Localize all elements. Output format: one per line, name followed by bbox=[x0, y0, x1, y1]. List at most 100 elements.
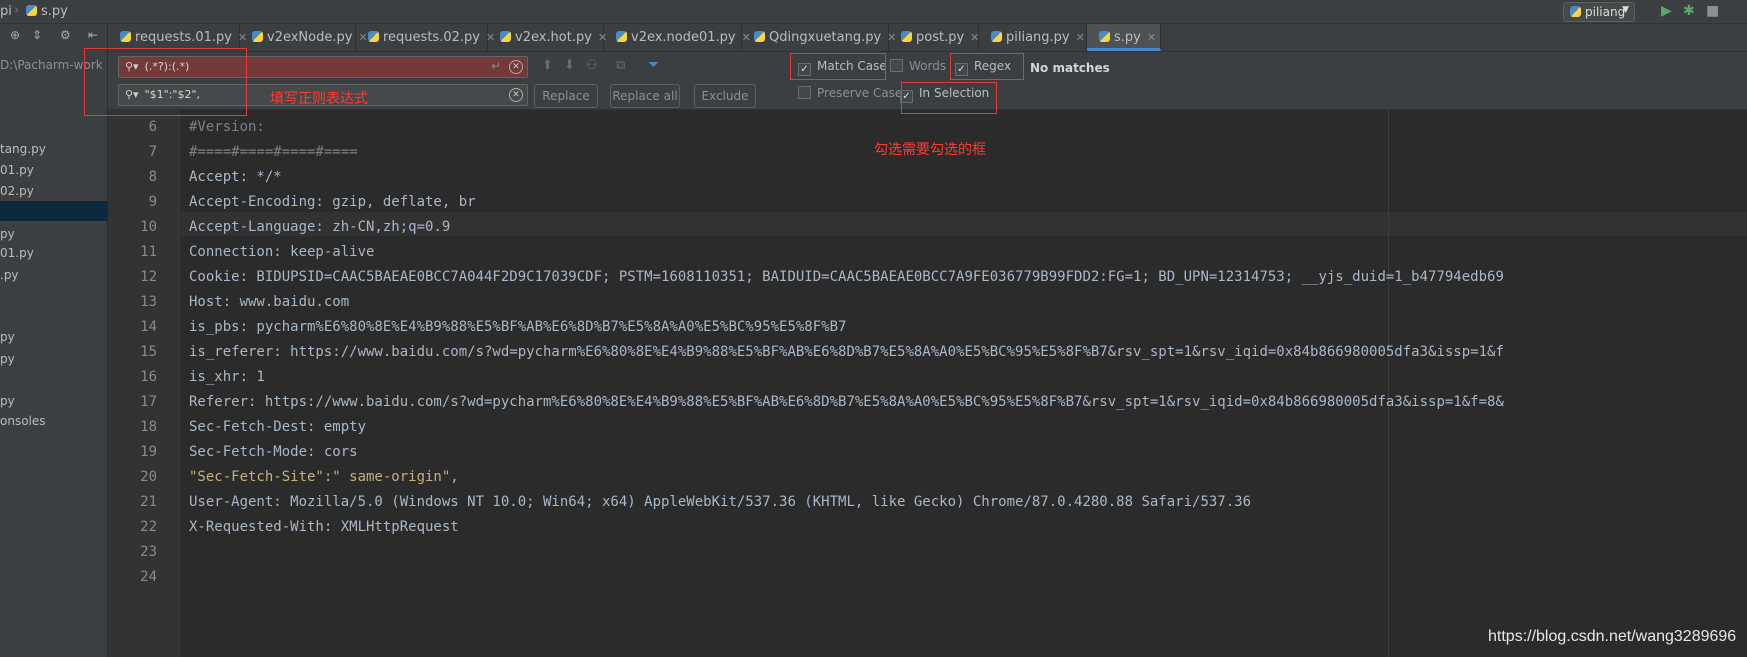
exclude-button[interactable]: Exclude bbox=[694, 84, 756, 108]
code-line: is_xhr: 1 bbox=[189, 369, 265, 385]
python-file-icon bbox=[901, 31, 912, 42]
clear-icon[interactable]: ✕ bbox=[509, 60, 523, 74]
words-checkbox[interactable]: Words bbox=[890, 59, 946, 73]
project-panel: ⊕ ⇕ ⚙ ⇤ D:\Pacharm-work tang.py 01.py 02… bbox=[0, 24, 108, 657]
code-line: Cookie: BIDUPSID=CAAC5BAEAE0BCC7A044F2D9… bbox=[189, 269, 1504, 285]
project-file[interactable]: 01.py bbox=[0, 246, 34, 260]
line-number: 17 bbox=[140, 394, 157, 410]
breadcrumb-file[interactable]: s.py bbox=[26, 4, 68, 19]
tab-label: piliang.py bbox=[1006, 30, 1070, 45]
python-file-icon bbox=[754, 31, 765, 42]
code-line: User-Agent: Mozilla/5.0 (Windows NT 10.0… bbox=[189, 494, 1252, 510]
tab-label: v2exNode.py bbox=[267, 30, 353, 45]
python-file-icon bbox=[252, 31, 263, 42]
line-number: 16 bbox=[140, 369, 157, 385]
tab-piliang[interactable]: piliang.py ✕ bbox=[979, 24, 1087, 51]
preserve-case-label: Preserve Case bbox=[817, 86, 903, 100]
code-line: #====#====#====#==== bbox=[189, 144, 358, 160]
next-occurrence-icon[interactable]: ⬇ bbox=[564, 58, 575, 73]
tab-s-py[interactable]: s.py ✕ bbox=[1087, 24, 1161, 51]
code-line: "Sec-Fetch-Site":" same-origin", bbox=[189, 469, 459, 485]
stop-icon[interactable]: ■ bbox=[1706, 3, 1719, 19]
code-line: Connection: keep-alive bbox=[189, 244, 375, 260]
project-file[interactable]: 01.py bbox=[0, 163, 34, 177]
close-icon[interactable]: ✕ bbox=[1076, 31, 1085, 44]
code-line: is_referer: https://www.baidu.com/s?wd=p… bbox=[189, 344, 1504, 360]
breadcrumb-separator-icon: › bbox=[14, 3, 20, 18]
python-file-icon bbox=[120, 31, 131, 42]
breadcrumb-project[interactable]: pi bbox=[0, 4, 12, 19]
tab-label: s.py bbox=[1114, 30, 1141, 45]
preserve-case-checkbox[interactable]: Preserve Case bbox=[798, 86, 902, 100]
filter-icon[interactable]: ⏷ bbox=[648, 57, 659, 73]
annotation-checkbox-hint: 勾选需要勾选的框 bbox=[874, 142, 986, 158]
find-all-icon[interactable]: ⚇ bbox=[586, 58, 598, 73]
enter-icon: ↵ bbox=[490, 59, 501, 73]
bug-icon[interactable]: ✱ bbox=[1683, 3, 1695, 19]
line-number: 12 bbox=[140, 269, 157, 285]
python-file-icon bbox=[1570, 6, 1581, 17]
tab-v2exhot[interactable]: v2ex.hot.py ✕ bbox=[488, 24, 607, 51]
words-label: Words bbox=[909, 59, 947, 73]
line-number: 19 bbox=[140, 444, 157, 460]
code-line: Host: www.baidu.com bbox=[189, 294, 350, 310]
project-file[interactable]: py bbox=[0, 227, 15, 241]
annotation-box-match-case bbox=[790, 53, 886, 80]
tab-requests01[interactable]: requests.01.py ✕ bbox=[108, 24, 247, 51]
project-file[interactable]: py bbox=[0, 330, 15, 344]
line-number: 23 bbox=[140, 544, 157, 560]
line-number-gutter: 6 7 8 9 10 11 12 13 14 15 16 17 18 19 20… bbox=[108, 110, 180, 657]
tab-v2exnode[interactable]: v2exNode.py ✕ bbox=[240, 24, 368, 51]
target-icon[interactable]: ⊕ bbox=[10, 28, 20, 42]
line-number: 11 bbox=[140, 244, 157, 260]
project-file[interactable]: .py bbox=[0, 268, 19, 282]
project-file[interactable]: py bbox=[0, 352, 15, 366]
line-number: 7 bbox=[148, 144, 157, 160]
editor-tabs: requests.01.py ✕ v2exNode.py ✕ requests.02… bbox=[108, 24, 1747, 52]
search-status: No matches bbox=[1030, 61, 1110, 75]
code-editor[interactable]: #Version: #====#====#====#==== Accept: *… bbox=[181, 110, 1747, 657]
close-icon[interactable]: ✕ bbox=[970, 31, 979, 44]
tab-label: post.py bbox=[916, 30, 965, 45]
play-icon[interactable]: ▶ bbox=[1661, 3, 1672, 19]
python-file-icon bbox=[26, 5, 37, 16]
tab-v2exnode01[interactable]: v2ex.node01.py ✕ bbox=[604, 24, 751, 51]
tab-post[interactable]: post.py ✕ bbox=[889, 24, 979, 51]
tab-label: requests.01.py bbox=[135, 30, 232, 45]
project-file[interactable]: py bbox=[0, 394, 15, 408]
tab-label: v2ex.node01.py bbox=[631, 30, 736, 45]
project-file[interactable]: tang.py bbox=[0, 142, 46, 156]
gear-icon[interactable]: ⚙ bbox=[60, 28, 71, 42]
python-file-icon bbox=[616, 31, 627, 42]
code-line: Accept-Encoding: gzip, deflate, br bbox=[189, 194, 476, 210]
select-all-occurrences-icon[interactable]: ⧉ bbox=[616, 58, 625, 73]
python-file-icon bbox=[368, 31, 379, 42]
replace-all-button[interactable]: Replace all bbox=[610, 84, 680, 108]
project-file[interactable]: 02.py bbox=[0, 184, 34, 198]
navigation-bar: pi › s.py piliang ▼ ▶ ✱ ■ bbox=[0, 0, 1747, 24]
close-icon[interactable]: ✕ bbox=[1147, 31, 1156, 44]
line-number: 21 bbox=[140, 494, 157, 510]
code-line: Sec-Fetch-Mode: cors bbox=[189, 444, 358, 460]
hide-panel-icon[interactable]: ⇤ bbox=[88, 28, 98, 42]
scratches-consoles[interactable]: onsoles bbox=[0, 414, 46, 428]
python-file-icon bbox=[1099, 31, 1110, 42]
collapse-icon[interactable]: ⇕ bbox=[32, 28, 42, 42]
tab-requests02[interactable]: requests.02.py ✕ bbox=[356, 24, 495, 51]
line-number: 18 bbox=[140, 419, 157, 435]
checkbox-unchecked-icon bbox=[890, 59, 903, 72]
clear-icon[interactable]: ✕ bbox=[509, 88, 523, 102]
line-number: 6 bbox=[148, 119, 157, 135]
run-configuration-select[interactable]: piliang ▼ bbox=[1563, 2, 1635, 22]
project-toolbar: ⊕ ⇕ ⚙ ⇤ bbox=[0, 24, 108, 50]
previous-occurrence-icon[interactable]: ⬆ bbox=[542, 58, 553, 73]
tab-label: Qdingxuetang.py bbox=[769, 30, 882, 45]
watermark: https://blog.csdn.net/wang3289696 bbox=[1488, 628, 1737, 645]
code-line: is_pbs: pycharm%E6%80%8E%E4%B9%88%E5%BF%… bbox=[189, 319, 847, 335]
line-number: 14 bbox=[140, 319, 157, 335]
replace-button[interactable]: Replace bbox=[534, 84, 598, 108]
line-number: 13 bbox=[140, 294, 157, 310]
tab-qdingxuetang[interactable]: Qdingxuetang.py ✕ bbox=[742, 24, 896, 51]
line-number: 24 bbox=[140, 569, 157, 585]
python-file-icon bbox=[500, 31, 511, 42]
